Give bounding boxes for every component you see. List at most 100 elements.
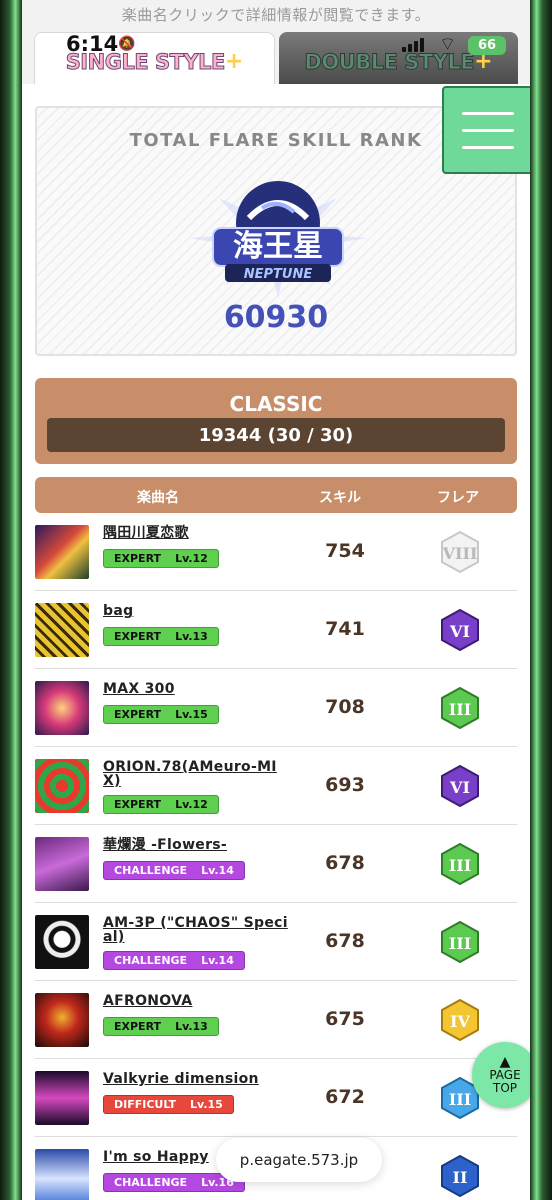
song-row: AFRONOVA EXPERT Lv.13 675 IV — [35, 981, 517, 1059]
song-row: MAX 300 EXPERT Lv.15 708 III — [35, 669, 517, 747]
difficulty-name: CHALLENGE — [114, 1176, 188, 1189]
difficulty-name: EXPERT — [114, 630, 162, 643]
difficulty-level: Lv.14 — [201, 864, 234, 877]
difficulty-badge: EXPERT Lv.15 — [103, 705, 219, 724]
difficulty-level: Lv.14 — [201, 954, 234, 967]
flare-rank-text: IV — [450, 1012, 470, 1031]
difficulty-level: Lv.13 — [175, 630, 208, 643]
difficulty-name: DIFFICULT — [114, 1098, 177, 1111]
song-title-link[interactable]: AM-3P ("CHAOS" Special) — [103, 916, 288, 944]
difficulty-badge: EXPERT Lv.12 — [103, 549, 219, 568]
song-title-link[interactable]: bag — [103, 604, 288, 618]
difficulty-name: CHALLENGE — [114, 864, 188, 877]
difficulty-badge: CHALLENGE Lv.14 — [103, 951, 245, 970]
header-song: 楽曲名 — [137, 490, 179, 506]
flare-rank-text: VI — [449, 622, 470, 641]
flare-rank-icon: II — [441, 1154, 479, 1198]
header-flare: フレア — [437, 490, 479, 506]
page-top-line1: PAGE — [489, 1067, 521, 1082]
song-title-link[interactable]: 華爛漫 -Flowers- — [103, 838, 288, 852]
song-title-link[interactable]: AFRONOVA — [103, 994, 288, 1008]
device-frame-right — [530, 0, 552, 1200]
song-jacket[interactable] — [35, 1071, 89, 1125]
classic-section-header: CLASSIC 19344 (30 / 30) — [35, 378, 517, 464]
classic-title: CLASSIC — [229, 392, 323, 416]
menu-line-icon — [462, 145, 514, 149]
flare-rank-icon: VIII — [441, 530, 479, 574]
difficulty-name: EXPERT — [114, 798, 162, 811]
skill-value: 675 — [325, 1008, 365, 1030]
hamburger-menu-button[interactable] — [442, 86, 530, 174]
song-jacket[interactable] — [35, 759, 89, 813]
browser-url-bar[interactable]: p.eagate.573.jp — [216, 1138, 382, 1182]
difficulty-badge: EXPERT Lv.13 — [103, 627, 219, 646]
difficulty-level: Lv.12 — [175, 798, 208, 811]
skill-value: 741 — [325, 618, 365, 640]
flare-rank-text: II — [453, 1168, 468, 1187]
difficulty-badge: EXPERT Lv.12 — [103, 795, 219, 814]
song-title-link[interactable]: Valkyrie dimension — [103, 1072, 288, 1086]
flare-rank-icon: III — [441, 842, 479, 886]
song-jacket[interactable] — [35, 603, 89, 657]
skill-value: 708 — [325, 696, 365, 718]
song-row: 華爛漫 -Flowers- CHALLENGE Lv.14 678 III — [35, 825, 517, 903]
song-row: ORION.78(AMeuro-MIX) EXPERT Lv.12 693 VI — [35, 747, 517, 825]
status-time: 6:14 — [66, 32, 119, 56]
menu-line-icon — [462, 111, 514, 115]
wifi-icon: ⌔ — [439, 34, 456, 55]
flare-rank-icon: IV — [441, 998, 479, 1042]
battery-icon: 66 — [468, 36, 506, 55]
neptune-rank-emblem: 海王星 NEPTUNE — [189, 178, 367, 298]
flare-rank-text: VIII — [442, 544, 478, 563]
song-jacket[interactable] — [35, 681, 89, 735]
song-jacket[interactable] — [35, 915, 89, 969]
song-jacket[interactable] — [35, 993, 89, 1047]
skill-value: 693 — [325, 774, 365, 796]
difficulty-name: CHALLENGE — [114, 954, 188, 967]
classic-summary: 19344 (30 / 30) — [47, 418, 505, 452]
difficulty-level: Lv.15 — [190, 1098, 223, 1111]
difficulty-name: EXPERT — [114, 708, 162, 721]
song-title-link[interactable]: ORION.78(AMeuro-MIX) — [103, 760, 288, 788]
song-jacket[interactable] — [35, 525, 89, 579]
difficulty-name: EXPERT — [114, 552, 162, 565]
flare-rank-icon: III — [441, 686, 479, 730]
flare-rank-text: VI — [449, 778, 470, 797]
skill-value: 678 — [325, 930, 365, 952]
flare-rank-icon: VI — [441, 608, 479, 652]
flare-rank-text: III — [449, 700, 471, 719]
battery-level: 66 — [477, 38, 497, 53]
song-jacket[interactable] — [35, 837, 89, 891]
song-row: AM-3P ("CHAOS" Special) CHALLENGE Lv.14 6… — [35, 903, 517, 981]
emblem-kanji: 海王星 — [233, 229, 323, 264]
notice-text: 楽曲名クリックで詳細情報が閲覧できます。 — [121, 6, 431, 24]
device-frame-left — [0, 0, 22, 1200]
page-top-button[interactable]: ▲ PAGE TOP — [472, 1042, 530, 1108]
header-skill: スキル — [319, 490, 361, 506]
flare-rank-text: III — [449, 856, 471, 875]
skill-value: 672 — [325, 1086, 365, 1108]
table-header: 楽曲名 スキル フレア — [35, 477, 517, 513]
flare-rank-text: III — [449, 934, 471, 953]
url-text: p.eagate.573.jp — [239, 1151, 359, 1169]
song-jacket[interactable] — [35, 1149, 89, 1200]
song-list: 隅田川夏恋歌 EXPERT Lv.12 754 VIII bag EXPERT Lv… — [35, 513, 517, 1200]
bell-muted-icon: 🔕 — [118, 36, 136, 52]
flare-rank-text: III — [449, 1090, 471, 1109]
difficulty-badge: EXPERT Lv.13 — [103, 1017, 219, 1036]
status-bar: 6:14 🔕 ⌔ 66 — [22, 30, 530, 60]
difficulty-level: Lv.12 — [175, 552, 208, 565]
song-row: 隅田川夏恋歌 EXPERT Lv.12 754 VIII — [35, 513, 517, 591]
flare-rank-icon: VI — [441, 764, 479, 808]
up-arrow-icon: ▲ — [499, 1053, 511, 1070]
skill-value: 754 — [325, 540, 365, 562]
total-flare-skill-score: 60930 — [223, 300, 329, 335]
song-title-link[interactable]: MAX 300 — [103, 682, 288, 696]
emblem-subtitle: NEPTUNE — [244, 267, 313, 282]
flare-rank-icon: III — [441, 920, 479, 964]
cell-signal-icon — [402, 38, 424, 52]
page-top-line2: TOP — [492, 1080, 517, 1095]
difficulty-level: Lv.13 — [175, 1020, 208, 1033]
skill-value: 678 — [325, 852, 365, 874]
song-title-link[interactable]: 隅田川夏恋歌 — [103, 526, 288, 540]
